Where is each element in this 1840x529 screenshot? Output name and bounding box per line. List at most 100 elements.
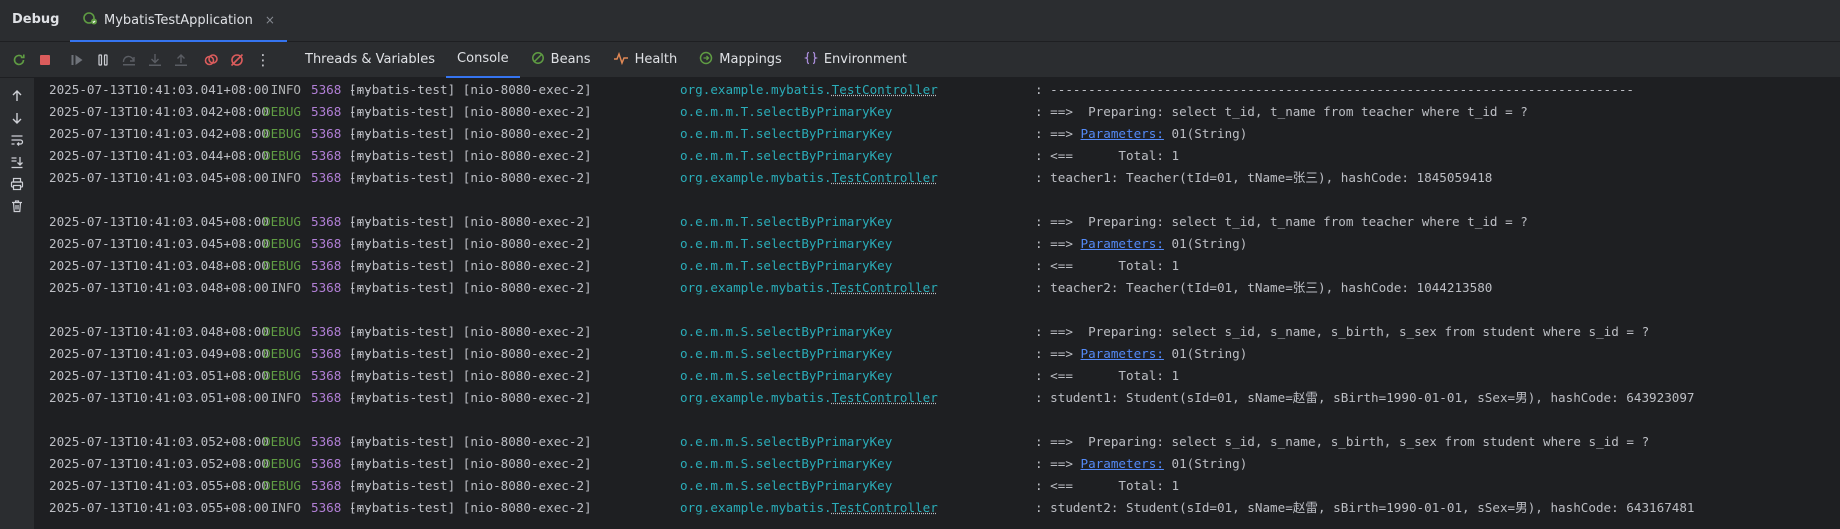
- log-logger[interactable]: org.example.mybatis.TestController: [680, 497, 938, 519]
- more-icon[interactable]: ⋮: [252, 49, 274, 71]
- thread-name: [nio-8080-exec-2]: [462, 346, 592, 361]
- thread-name: [nio-8080-exec-2]: [462, 368, 592, 383]
- step-into-icon[interactable]: [144, 49, 166, 71]
- app-name: [mybatis-test]: [349, 214, 463, 229]
- log-message: : ==> Parameters: 01(String): [1035, 343, 1247, 365]
- log-message: : student2: Student(sId=01, sName=赵雷, sB…: [1035, 497, 1695, 519]
- log-timestamp: 2025-07-13T10:41:03.045+08:00: [49, 214, 269, 229]
- log-level: DEBUG: [263, 104, 301, 119]
- log-logger: o.e.m.m.S.selectByPrimaryKey: [680, 453, 892, 475]
- message-separator: :: [1035, 258, 1051, 273]
- log-logger[interactable]: org.example.mybatis.TestController: [680, 277, 938, 299]
- tab-health[interactable]: Health: [602, 42, 689, 78]
- resume-icon[interactable]: [66, 49, 88, 71]
- log-logger[interactable]: org.example.mybatis.TestController: [680, 167, 938, 189]
- pid-value: 5368: [311, 82, 342, 97]
- pause-icon[interactable]: [92, 49, 114, 71]
- log-line: 2025-07-13T10:41:03.042+08:00 DEBUG 5368 -…: [49, 123, 1829, 145]
- console-output[interactable]: 2025-07-13T10:41:03.041+08:00 INFO 5368 --…: [35, 78, 1840, 529]
- message-text: ==> Preparing: select s_id, s_name, s_bi…: [1050, 434, 1650, 449]
- parameters-link[interactable]: Parameters:: [1081, 236, 1164, 251]
- tab-environment[interactable]: Environment: [793, 42, 918, 78]
- log-thread: [mybatis-test] [nio-8080-exec-2]: [349, 211, 592, 233]
- parameters-link[interactable]: Parameters:: [1081, 126, 1164, 141]
- logger-name: o.e.m.m.S.selectByPrimaryKey: [680, 324, 893, 339]
- app-name: [mybatis-test]: [349, 104, 463, 119]
- pid-value: 5368: [311, 170, 342, 185]
- log-timestamp: 2025-07-13T10:41:03.042+08:00: [49, 104, 269, 119]
- pid-value: 5368: [311, 346, 342, 361]
- logger-class-link[interactable]: TestController: [832, 500, 938, 515]
- pid-value: 5368: [311, 390, 342, 405]
- tab-mappings[interactable]: Mappings: [688, 42, 793, 78]
- mute-breakpoints-icon[interactable]: [226, 49, 248, 71]
- log-logger[interactable]: org.example.mybatis.TestController: [680, 387, 938, 409]
- pid-value: 5368: [311, 214, 342, 229]
- message-text: ==>: [1050, 346, 1081, 361]
- log-timestamp: 2025-07-13T10:41:03.048+08:00: [49, 258, 269, 273]
- log-timestamp: 2025-07-13T10:41:03.055+08:00: [49, 500, 269, 515]
- tool-window-header: Debug MybatisTestApplication ×: [0, 0, 1840, 42]
- scroll-down-icon[interactable]: [7, 108, 27, 128]
- log-line: 2025-07-13T10:41:03.049+08:00 DEBUG 5368 -…: [49, 343, 1829, 365]
- scroll-to-end-icon[interactable]: [7, 152, 27, 172]
- thread-name: [nio-8080-exec-2]: [462, 390, 592, 405]
- log-message: : --------------------------------------…: [1035, 79, 1634, 101]
- message-text: ==>: [1050, 456, 1081, 471]
- print-icon[interactable]: [7, 174, 27, 194]
- parameters-link[interactable]: Parameters:: [1081, 346, 1164, 361]
- pid-value: 5368: [311, 456, 342, 471]
- tab-threads-variables[interactable]: Threads & Variables: [294, 42, 446, 78]
- message-text: ----------------------------------------…: [1050, 82, 1634, 97]
- log-timestamp: 2025-07-13T10:41:03.051+08:00: [49, 368, 269, 383]
- log-thread: [mybatis-test] [nio-8080-exec-2]: [349, 343, 592, 365]
- log-message: : ==> Parameters: 01(String): [1035, 453, 1247, 475]
- log-timestamp: 2025-07-13T10:41:03.049+08:00: [49, 346, 269, 361]
- log-line: 2025-07-13T10:41:03.045+08:00 DEBUG 5368 -…: [49, 211, 1829, 233]
- app-name: [mybatis-test]: [349, 82, 463, 97]
- tab-console[interactable]: Console: [446, 42, 520, 78]
- tab-beans[interactable]: Beans: [520, 42, 602, 78]
- message-separator: :: [1035, 434, 1051, 449]
- logger-name: org.example.mybatis.: [680, 500, 832, 515]
- stop-icon[interactable]: [34, 49, 56, 71]
- message-separator: :: [1035, 346, 1051, 361]
- app-name: [mybatis-test]: [349, 368, 463, 383]
- logger-class-link[interactable]: TestController: [832, 390, 938, 405]
- logger-class-link[interactable]: TestController: [832, 170, 938, 185]
- logger-name: o.e.m.m.T.selectByPrimaryKey: [680, 104, 893, 119]
- message-separator: :: [1035, 478, 1051, 493]
- step-over-icon[interactable]: [118, 49, 140, 71]
- pid-value: 5368: [311, 368, 342, 383]
- logger-class-link[interactable]: TestController: [832, 280, 938, 295]
- scroll-up-icon[interactable]: [7, 86, 27, 106]
- message-text: student2: Student(sId=01, sName=赵雷, sBir…: [1050, 500, 1695, 515]
- log-logger[interactable]: org.example.mybatis.TestController: [680, 79, 938, 101]
- log-line: 2025-07-13T10:41:03.045+08:00 DEBUG 5368 -…: [49, 233, 1829, 255]
- log-thread: [mybatis-test] [nio-8080-exec-2]: [349, 431, 592, 453]
- view-breakpoints-icon[interactable]: [200, 49, 222, 71]
- rerun-icon[interactable]: [8, 49, 30, 71]
- pid-value: 5368: [311, 324, 342, 339]
- message-separator: :: [1035, 368, 1051, 383]
- log-thread: [mybatis-test] [nio-8080-exec-2]: [349, 101, 592, 123]
- logger-class-link[interactable]: TestController: [832, 82, 938, 97]
- app-name: [mybatis-test]: [349, 258, 463, 273]
- logger-name: org.example.mybatis.: [680, 170, 832, 185]
- logger-name: o.e.m.m.S.selectByPrimaryKey: [680, 478, 893, 493]
- step-out-icon[interactable]: [170, 49, 192, 71]
- log-message: : ==> Preparing: select t_id, t_name fro…: [1035, 211, 1528, 233]
- parameters-link[interactable]: Parameters:: [1081, 456, 1164, 471]
- logger-name: o.e.m.m.S.selectByPrimaryKey: [680, 456, 893, 471]
- thread-name: [nio-8080-exec-2]: [462, 258, 592, 273]
- thread-name: [nio-8080-exec-2]: [462, 236, 592, 251]
- log-level: DEBUG: [263, 456, 301, 471]
- clear-all-icon[interactable]: [7, 196, 27, 216]
- run-config-tab[interactable]: MybatisTestApplication ×: [70, 0, 287, 42]
- close-icon[interactable]: ×: [265, 13, 275, 27]
- soft-wrap-icon[interactable]: [7, 130, 27, 150]
- thread-name: [nio-8080-exec-2]: [462, 126, 592, 141]
